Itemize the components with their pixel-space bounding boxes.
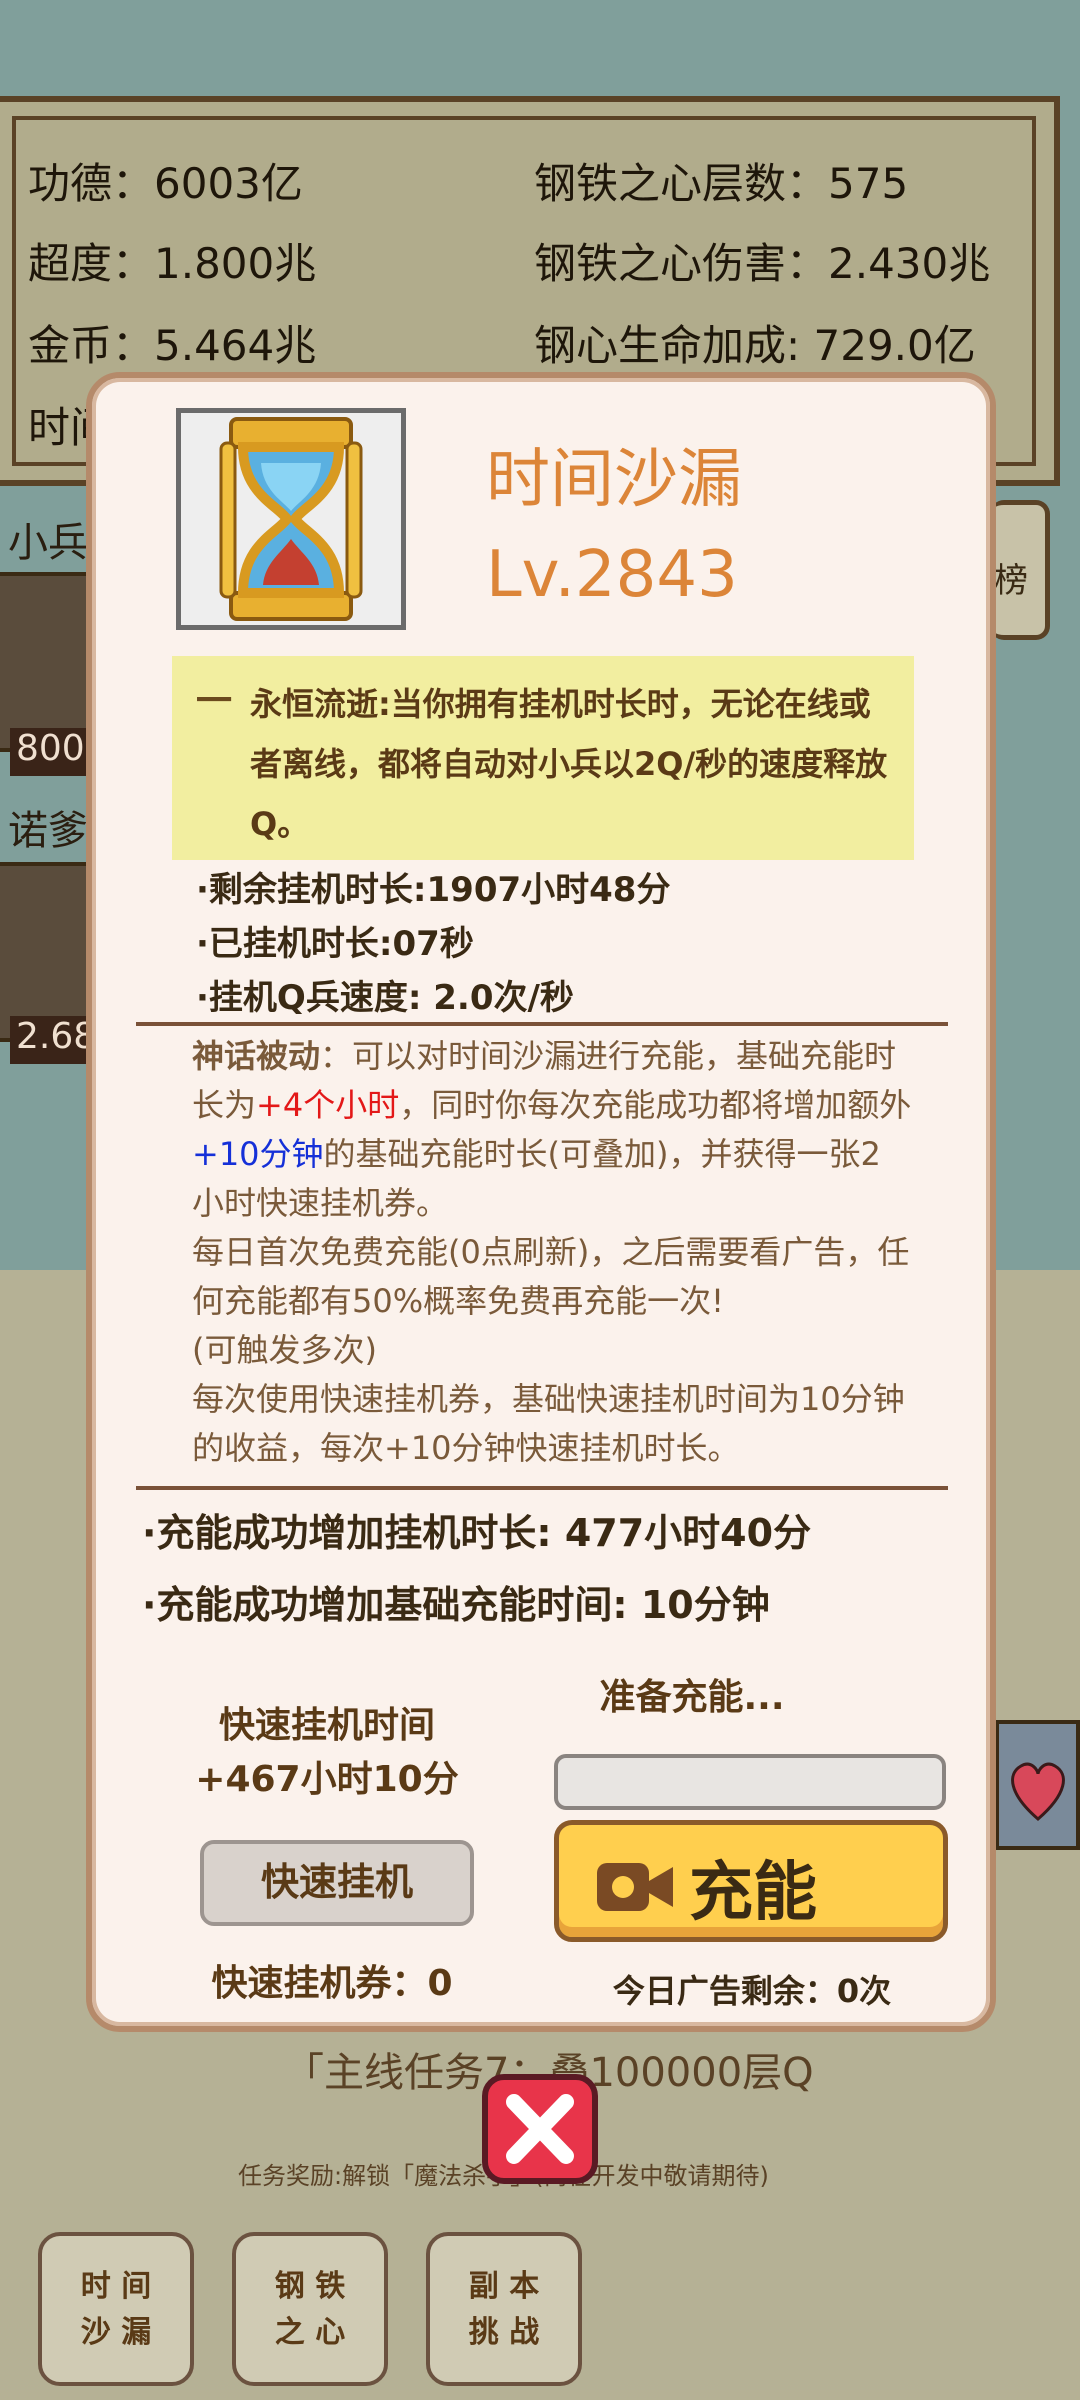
remaining-idle-time: ·剩余挂机时长:1907小时48分 (196, 870, 671, 910)
rank-label: 榜 (994, 561, 1028, 601)
charge-status: 准备充能... (599, 1677, 785, 1718)
stat-iron-layers: 钢铁之心层数：575 (534, 159, 909, 208)
rank-button[interactable]: 榜 (990, 500, 1050, 640)
noah-badge: 2.68 (10, 1016, 96, 1064)
soldier-badge: 800 (10, 728, 90, 776)
tab-iron-heart[interactable]: 钢 铁之 心 (232, 2232, 388, 2386)
charge-button[interactable]: 充能 (554, 1820, 948, 1942)
soldier-card[interactable] (0, 572, 90, 752)
divider (136, 1022, 948, 1026)
stat-iron-damage: 钢铁之心伤害：2.430兆 (534, 239, 991, 288)
stat-gold: 金币：5.464兆 (28, 321, 317, 370)
quick-idle-button[interactable]: 快速挂机 (200, 1840, 474, 1926)
ads-remaining-today: 今日广告剩余：0次 (612, 1972, 892, 2010)
tab-dungeon-challenge[interactable]: 副 本挑 战 (426, 2232, 582, 2386)
idle-q-speed: ·挂机Q兵速度: 2.0次/秒 (196, 978, 574, 1018)
stat-iron-hp: 钢心生命加成: 729.0亿 (534, 321, 976, 370)
desc-bullet: 一 (196, 681, 233, 722)
item-level: Lv.2843 (486, 538, 738, 612)
heart-card[interactable] (995, 1720, 1080, 1850)
skill-description: 永恒流逝:当你拥有挂机时长时，无论在线或者离线，都将自动对小兵以2Q/秒的速度释… (250, 685, 888, 843)
item-title: 时间沙漏 (486, 443, 742, 517)
hourglass-icon (176, 408, 406, 630)
charge-add-idle-time: ·充能成功增加挂机时长: 477小时40分 (142, 1511, 812, 1555)
tab-time-hourglass[interactable]: 时 间沙 漏 (38, 2232, 194, 2386)
stat-transcend: 超度：1.800兆 (28, 239, 317, 288)
noah-label: 诺爹 (8, 808, 88, 854)
skill-description-box: 一 永恒流逝:当你拥有挂机时长时，无论在线或者离线，都将自动对小兵以2Q/秒的速… (172, 656, 914, 860)
charge-button-label: 充能 (689, 1856, 817, 1930)
quick-idle-time-label: 快速挂机时间 (218, 1705, 435, 1746)
close-button[interactable] (482, 2074, 598, 2184)
time-hourglass-modal: 时间沙漏 Lv.2843 一 永恒流逝:当你拥有挂机时长时，无论在线或者离线，都… (86, 372, 996, 2032)
video-camera-icon (597, 1863, 673, 1911)
noah-card[interactable] (0, 862, 90, 1042)
heart-icon (1011, 1762, 1065, 1821)
quick-idle-ticket-count: 快速挂机券：0 (211, 1963, 453, 2004)
soldier-label: 小兵 (8, 520, 88, 566)
close-icon (506, 2094, 574, 2164)
quick-idle-time-value: +467小时10分 (195, 1759, 459, 1800)
stat-merit: 功德：6003亿 (28, 159, 303, 208)
charge-add-base-time: ·充能成功增加基础充能时间: 10分钟 (142, 1583, 770, 1627)
mythic-passive-text: 神话被动：可以对时间沙漏进行充能，基础充能时长为+4个小时，同时你每次充能成功都… (192, 1037, 912, 1467)
charge-progress-bar (554, 1754, 946, 1810)
elapsed-idle-time: ·已挂机时长:07秒 (196, 924, 474, 964)
divider (136, 1486, 948, 1490)
